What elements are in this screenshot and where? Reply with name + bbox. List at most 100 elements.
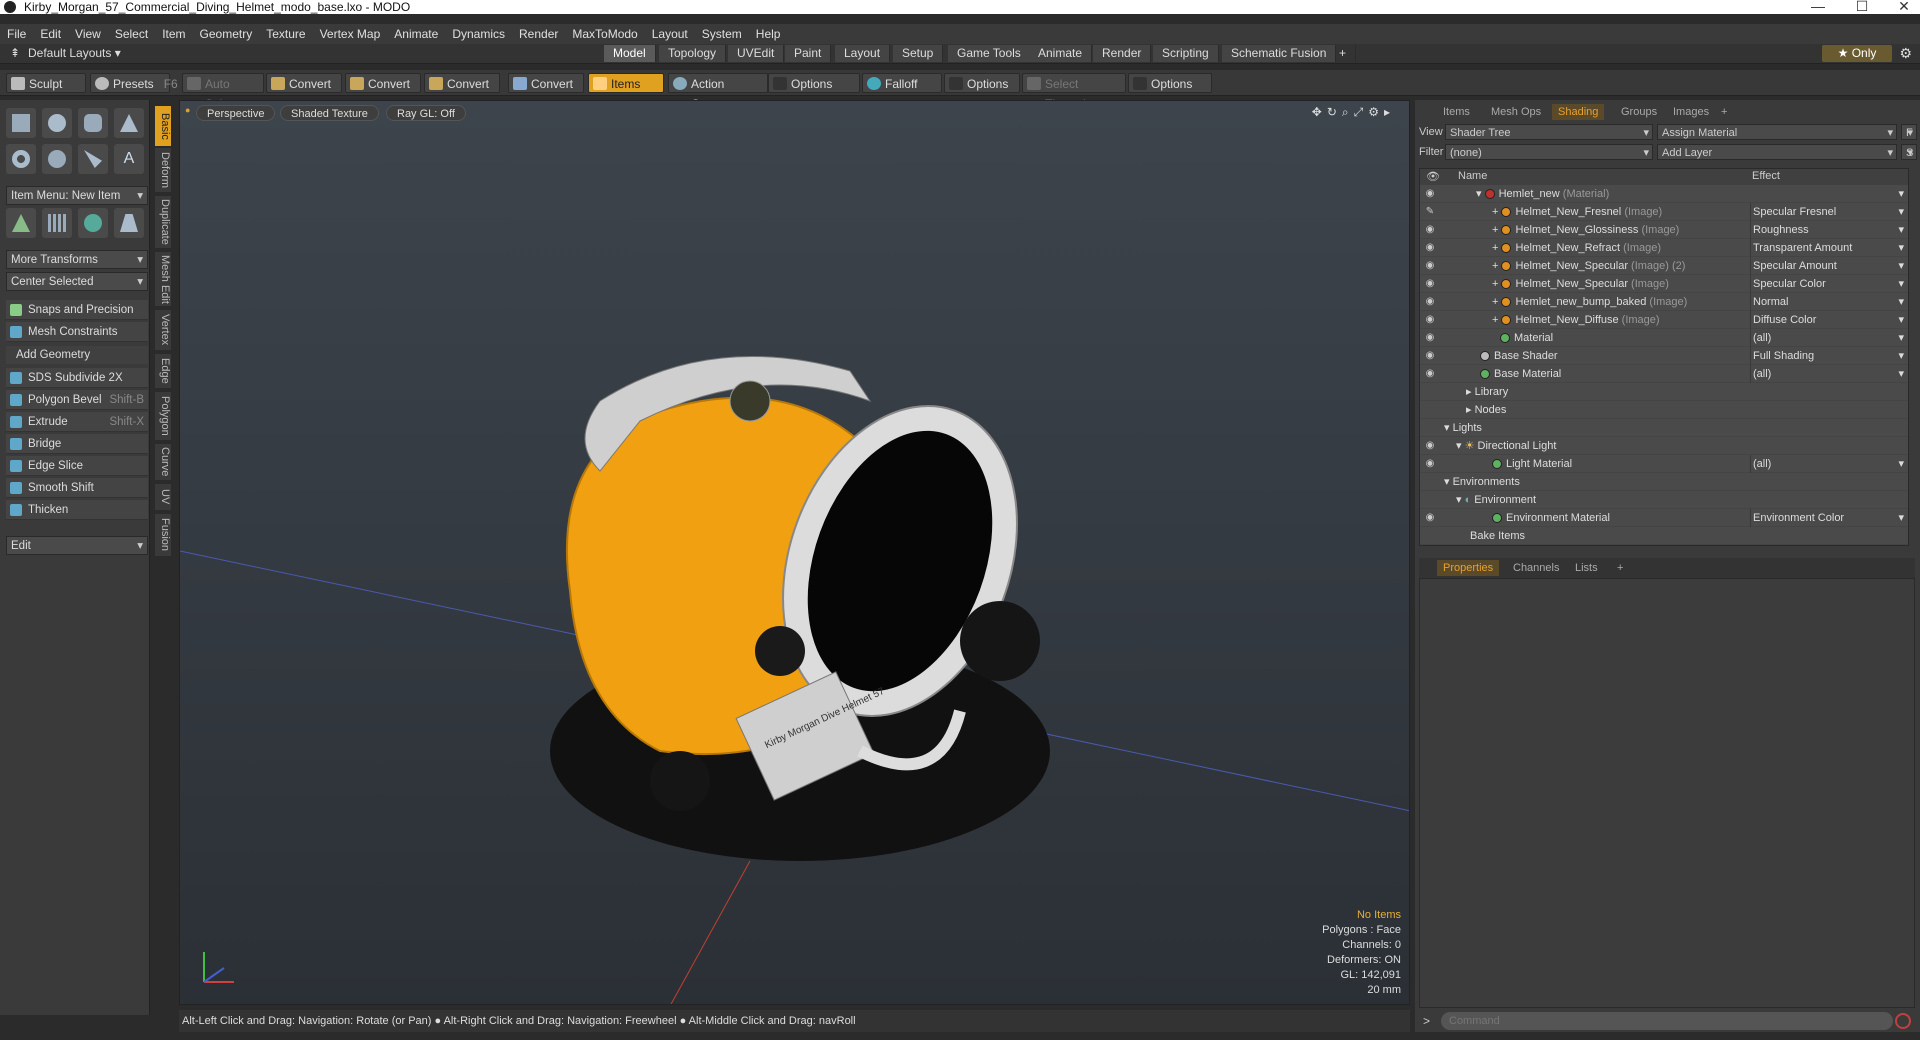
name-column-header[interactable]: Name [1458,170,1487,182]
command-input[interactable] [1441,1012,1893,1030]
tree-row[interactable]: ◉ + Helmet_New_Glossiness (Image) Roughnes… [1420,221,1908,239]
convert-polygons-button[interactable]: Convert [424,73,500,93]
tab-channels[interactable]: Channels [1507,560,1565,576]
sidetab-uv[interactable]: UV [155,484,171,510]
eye-icon[interactable]: ◉ [1423,347,1437,365]
brush-icon[interactable]: ✎ [1423,203,1437,221]
menu-help[interactable]: Help [749,27,788,41]
sidetab-edge[interactable]: Edge [155,354,171,388]
cube-icon[interactable] [6,108,36,138]
eye-icon[interactable]: ◉ [1423,293,1437,311]
tab-layout[interactable]: Layout [835,45,891,62]
row-effect[interactable]: Full Shading [1750,347,1908,365]
tab-items[interactable]: Items [1437,104,1476,120]
falloff-options-button[interactable]: Options [944,73,1020,93]
tab-render[interactable]: Render [1093,45,1152,62]
tree-row[interactable]: ◉ + Helmet_New_Refract (Image) Transparent… [1420,239,1908,257]
tab-images[interactable]: Images [1667,104,1715,120]
torus-icon[interactable] [6,144,36,174]
tab-model[interactable]: Model [604,45,656,62]
add-layer-dropdown[interactable]: Add Layer [1657,144,1897,161]
diving-helmet-model[interactable]: Kirby Morgan Dive Helmet 57 [510,331,1070,891]
auto-select-button[interactable]: Auto Select [182,73,264,111]
eye-icon[interactable]: ◉ [1423,275,1437,293]
view-dropdown[interactable]: Shader Tree [1445,124,1653,141]
sculpt-button[interactable]: Sculpt [6,73,86,93]
record-icon[interactable] [1895,1013,1911,1029]
capsule-icon[interactable] [42,144,72,174]
row-effect[interactable]: Normal [1750,293,1908,311]
eye-icon[interactable]: ◉ [1423,185,1437,203]
maximize-button[interactable]: ☐ [1852,0,1872,13]
convert-vertices-button[interactable]: Convert [266,73,342,93]
tree-row[interactable]: ◉ Material (all) [1420,329,1908,347]
menu-vertex-map[interactable]: Vertex Map [313,27,388,41]
sidetab-curve[interactable]: Curve [155,444,171,480]
eye-icon[interactable]: ◉ [1423,221,1437,239]
convert-items-button[interactable]: Convert [508,73,584,93]
f-button[interactable]: F [1901,124,1917,141]
add-tab-button[interactable]: + [1330,45,1357,62]
sidetab-basic[interactable]: Basic [155,106,171,146]
tool-edge-slice[interactable]: Edge Slice [6,456,148,476]
center-selected-dropdown[interactable]: Center Selected [6,272,148,292]
effect-column-header[interactable]: Effect [1752,170,1780,182]
edit-dropdown[interactable]: Edit [6,536,148,556]
menu-render[interactable]: Render [512,27,565,41]
eye-icon[interactable]: ◉ [1423,239,1437,257]
cone-icon[interactable] [114,108,144,138]
row-effect[interactable]: Diffuse Color [1750,311,1908,329]
sidetab-polygon[interactable]: Polygon [155,392,171,440]
sidetab-vertex[interactable]: Vertex [155,310,171,350]
tab-scripting[interactable]: Scripting [1153,45,1219,62]
select-options-button[interactable]: Options [1128,73,1212,93]
tool-extrude[interactable]: Extrude Shift-X [6,412,148,432]
tool-thicken[interactable]: Thicken [6,500,148,520]
sidetab-deform[interactable]: Deform [155,148,171,192]
tab-shading[interactable]: Shading [1552,104,1605,120]
tab-setup[interactable]: Setup [893,45,944,62]
default-layouts-dropdown[interactable]: ⇞ Default Layouts ▾ [10,46,121,60]
menu-geometry[interactable]: Geometry [193,27,260,41]
row-effect[interactable]: (all) [1750,329,1908,347]
tree-row[interactable]: ◉ + Hemlet_new_bump_baked (Image) Normal [1420,293,1908,311]
eye-icon[interactable]: ◉ [1423,329,1437,347]
menu-select[interactable]: Select [108,27,155,41]
row-effect[interactable]: Roughness [1750,221,1908,239]
3d-viewport[interactable]: ● Perspective Shaded Texture Ray GL: Off… [179,100,1410,1005]
tree-row[interactable]: ◉ + Helmet_New_Specular (Image) Specular C… [1420,275,1908,293]
minimize-button[interactable]: — [1808,0,1828,13]
row-effect[interactable]: Specular Color [1750,275,1908,293]
eye-icon[interactable]: ◉ [1423,257,1437,275]
add-prop-tab[interactable]: + [1611,560,1629,576]
convert-edges-button[interactable]: Convert [345,73,421,93]
sidetab-duplicate[interactable]: Duplicate [155,196,171,248]
text-tool-icon[interactable]: A [114,144,144,174]
tab-mesh-ops[interactable]: Mesh Ops [1485,104,1547,120]
tree-row[interactable]: ▸ Library [1420,383,1908,401]
taper-tool-icon[interactable] [114,208,144,238]
close-button[interactable]: ✕ [1894,0,1914,13]
tab-paint[interactable]: Paint [785,45,832,62]
tree-row[interactable]: ◉ ▾ ☀ Directional Light [1420,437,1908,455]
tree-row[interactable]: ◉ Base Shader Full Shading [1420,347,1908,365]
more-transforms-dropdown[interactable]: More Transforms [6,250,148,270]
tree-row[interactable]: ◉ ▾ Hemlet_new (Material) [1420,185,1908,203]
sidetab-mesh-edit[interactable]: Mesh Edit [155,252,171,306]
tab-properties[interactable]: Properties [1437,560,1500,576]
row-effect[interactable]: (all) [1750,455,1908,473]
menu-system[interactable]: System [695,27,749,41]
grid-tool-icon[interactable] [42,208,72,238]
menu-edit[interactable]: Edit [33,27,68,41]
menu-item[interactable]: Item [155,27,192,41]
assign-material-dropdown[interactable]: Assign Material [1657,124,1897,141]
eye-icon[interactable]: ◉ [1423,509,1437,527]
action-center-button[interactable]: Action Center [668,73,768,111]
snaps-precision-button[interactable]: Snaps and Precision [6,300,148,320]
gear-icon[interactable]: ⚙ [1899,45,1912,62]
tab-schematic-fusion[interactable]: Schematic Fusion [1222,45,1337,62]
tool-smooth-shift[interactable]: Smooth Shift [6,478,148,498]
row-effect[interactable]: (all) [1750,365,1908,383]
eye-icon[interactable]: ◉ [1423,455,1437,473]
move-tool-icon[interactable] [6,208,36,238]
